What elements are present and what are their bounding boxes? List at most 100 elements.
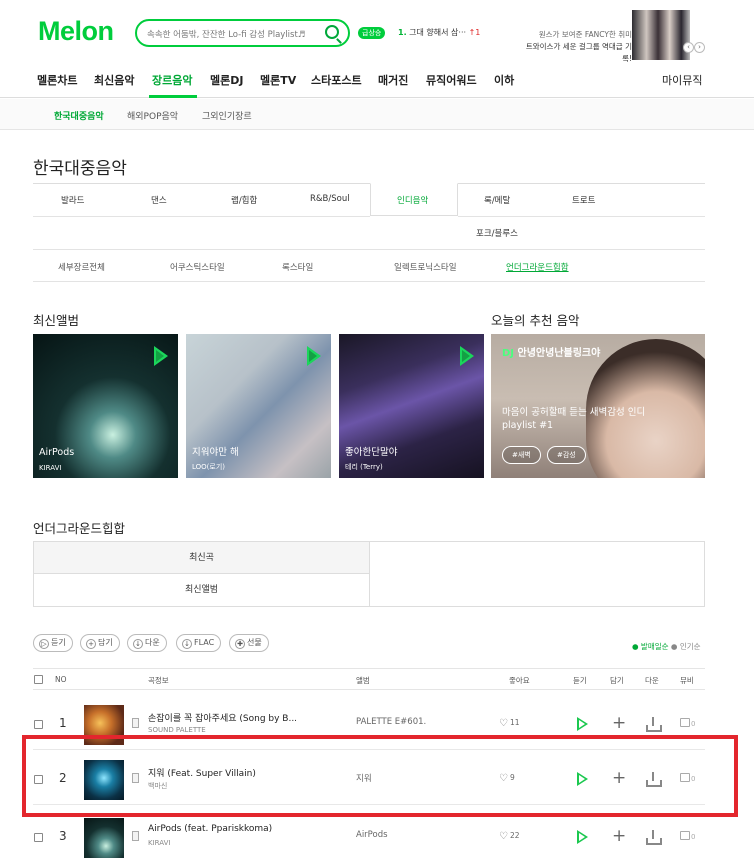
album-artist[interactable]: LOO(로기) — [192, 462, 225, 472]
subgenre-underground-hiphop[interactable]: 언더그라운드힙합 — [506, 261, 569, 273]
genre-dance[interactable]: 댄스 — [151, 194, 167, 206]
genre-rock[interactable]: 록/메탈 — [484, 194, 510, 206]
album-card[interactable]: AirPods KIRAVI — [33, 334, 178, 478]
col-add: 담기 — [610, 676, 624, 685]
subgenre-all[interactable]: 세부장르전체 — [58, 261, 105, 273]
search-input[interactable]: 속속한 어둠밖, 잔잔한 Lo-fi 감성 Playlist♬ — [135, 19, 350, 47]
nav-chart[interactable]: 멜론차트 — [37, 72, 77, 88]
nav-starpost[interactable]: 스타포스트 — [311, 72, 362, 88]
row-checkbox[interactable] — [34, 720, 43, 729]
subgenre-electronic[interactable]: 일렉트로닉스타일 — [394, 261, 457, 273]
genre-ballad[interactable]: 발라드 — [61, 194, 84, 206]
add-button[interactable]: + 담기 — [80, 634, 120, 652]
album-card[interactable]: 좋아한단말야 테리 (Terry) — [339, 334, 484, 478]
plus-icon[interactable]: + — [612, 715, 626, 732]
album-title[interactable]: 지워야만 해 — [192, 444, 239, 458]
search-placeholder: 속속한 어둠밖, 잔잔한 Lo-fi 감성 Playlist♬ — [147, 30, 306, 40]
genre-trot[interactable]: 트로트 — [572, 194, 595, 206]
add-label: 담기 — [98, 638, 113, 647]
playlist-description[interactable]: 마음이 공허할때 듣는 새벽감성 인디 playlist #1 — [502, 406, 672, 432]
heart-icon: ♡ — [499, 831, 508, 842]
divider — [33, 281, 705, 282]
tag-button[interactable]: #감성 — [547, 446, 586, 464]
tab-new-songs[interactable]: 최신곡 — [34, 542, 370, 574]
underground-title: 언더그라운드힙합 — [33, 521, 126, 536]
subgenre-rock-style[interactable]: 록스타일 — [282, 261, 313, 273]
play-icon[interactable] — [577, 830, 588, 844]
play-icon[interactable] — [154, 346, 168, 366]
mv-count: 0 — [691, 833, 696, 841]
play-icon: ▷ — [39, 639, 49, 649]
row-checkbox[interactable] — [34, 833, 43, 842]
genre-hiphop[interactable]: 랩/힙합 — [231, 194, 257, 206]
gift-label: 선물 — [247, 638, 262, 647]
subnav-korean[interactable]: 한국대중음악 — [54, 109, 104, 122]
nav-my-music[interactable]: 마이뮤직 — [662, 72, 702, 88]
play-icon[interactable] — [307, 346, 321, 366]
like-button[interactable]: ♡ 22 — [499, 831, 520, 842]
play-icon[interactable] — [577, 717, 588, 731]
mv-button[interactable]: 0 — [680, 718, 695, 728]
promo-banner-text[interactable]: 원스가 보여준 FANCY한 취미 트와이스가 세운 걸그룹 역대급 기록! — [520, 29, 632, 65]
nav-new-music[interactable]: 최신음악 — [94, 72, 134, 88]
song-album[interactable]: AirPods — [356, 830, 388, 840]
main-nav: 멜론차트 최신음악 장르음악 멜론DJ 멜론TV 스타포스트 매거진 뮤직어워드… — [0, 62, 754, 98]
chevron-right-icon[interactable]: › — [694, 42, 705, 53]
subnav-pop[interactable]: 해외POP음악 — [127, 109, 178, 122]
new-albums-title: 최신앨범 — [33, 313, 80, 328]
play-icon[interactable] — [460, 346, 474, 366]
dj-name[interactable]: DJ 안녕안녕난블링크야 — [502, 344, 600, 359]
chevron-left-icon[interactable]: ‹ — [683, 42, 694, 53]
mv-button[interactable]: 0 — [680, 831, 695, 841]
rising-keyword[interactable]: 1. 그대 향해서 삼··· ↑1 — [398, 27, 480, 38]
listen-button[interactable]: ▷ 듣기 — [33, 634, 73, 652]
song-artist[interactable]: SOUND PALETTE — [148, 726, 206, 734]
album-thumbnail[interactable] — [84, 818, 124, 858]
rising-rank: 1. — [398, 28, 407, 37]
song-info-icon[interactable] — [132, 831, 139, 841]
song-title[interactable]: 손잡이를 꼭 잡아주세요 (Song by B... — [148, 711, 308, 724]
genre-rnb[interactable]: R&B/Soul — [310, 194, 350, 204]
song-title[interactable]: AirPods (feat. Ppariskkoma) — [148, 824, 308, 834]
album-artist[interactable]: 테리 (Terry) — [345, 462, 383, 472]
col-mv: 뮤비 — [680, 676, 694, 685]
nav-magazine[interactable]: 매거진 — [378, 72, 408, 88]
download-icon[interactable] — [646, 830, 662, 845]
song-artist[interactable]: KIRAVI — [148, 839, 170, 847]
sort-release[interactable]: ● 발매일순 — [632, 642, 669, 651]
like-button[interactable]: ♡ 11 — [499, 718, 520, 729]
nav-music-awards[interactable]: 뮤직어워드 — [426, 72, 477, 88]
dj-badge: DJ — [502, 348, 515, 359]
search-icon[interactable] — [325, 25, 339, 39]
subgenre-acoustic[interactable]: 어쿠스틱스타일 — [170, 261, 225, 273]
nav-genre[interactable]: 장르음악 — [152, 72, 192, 88]
nav-tv[interactable]: 멜론TV — [260, 72, 296, 88]
melon-logo[interactable]: Melon — [38, 16, 114, 47]
recommend-card[interactable]: DJ 안녕안녕난블링크야 마음이 공허할때 듣는 새벽감성 인디 playlis… — [491, 334, 705, 478]
subnav-other[interactable]: 그외인기장르 — [202, 109, 252, 122]
download-icon[interactable] — [646, 717, 662, 732]
recommend-title: 오늘의 추천 음악 — [491, 313, 580, 328]
sort-popular[interactable]: ● 인기순 — [671, 642, 701, 651]
download-button[interactable]: ↓ 다운 — [127, 634, 167, 652]
flac-button[interactable]: ↓ FLAC — [176, 634, 222, 652]
album-artist[interactable]: KIRAVI — [39, 464, 61, 472]
album-title[interactable]: 좋아한단말야 — [345, 444, 397, 458]
genre-folk[interactable]: 포크/블루스 — [476, 227, 518, 239]
nav-active-indicator — [149, 95, 197, 98]
promo-banner-image[interactable] — [632, 10, 690, 60]
gift-button[interactable]: ✚ 선물 — [229, 634, 269, 652]
listen-label: 듣기 — [51, 638, 66, 647]
genre-indie[interactable]: 인디음악 — [397, 194, 428, 206]
plus-icon[interactable]: + — [612, 828, 626, 845]
tag-button[interactable]: #새벽 — [502, 446, 541, 464]
song-album[interactable]: PALETTE E#601. — [356, 717, 426, 727]
album-card[interactable]: 지워야만 해 LOO(로기) — [186, 334, 331, 478]
nav-more[interactable]: 이하 — [494, 72, 514, 88]
nav-dj[interactable]: 멜론DJ — [210, 72, 243, 88]
select-all-checkbox[interactable] — [34, 675, 43, 684]
like-count: 22 — [509, 831, 520, 840]
tab-new-albums[interactable]: 최신앨범 — [34, 574, 370, 606]
song-info-icon[interactable] — [132, 718, 139, 728]
album-title[interactable]: AirPods — [39, 447, 74, 458]
